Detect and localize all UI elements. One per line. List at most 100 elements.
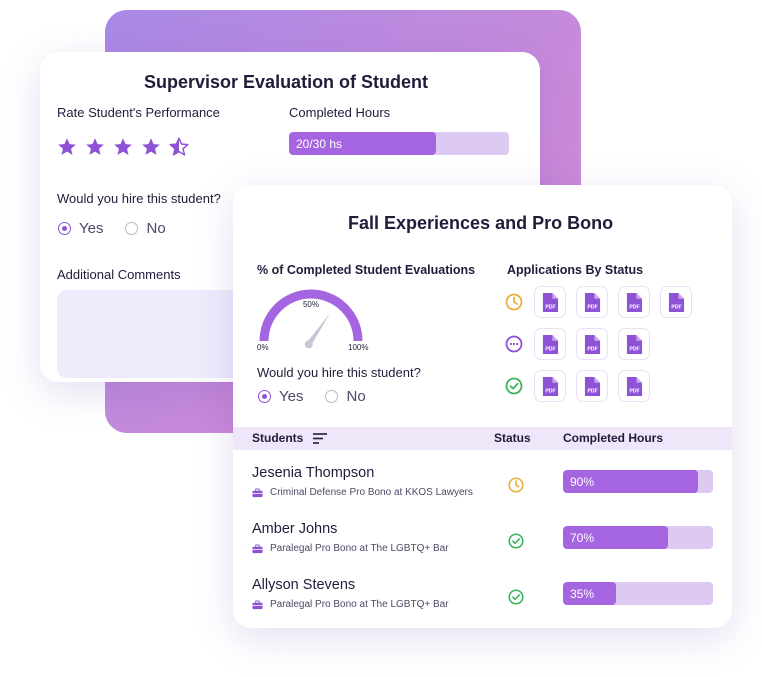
gauge-needle: [307, 312, 331, 345]
sort-icon[interactable]: [313, 433, 327, 444]
hire-yes-option[interactable]: Yes: [58, 220, 103, 237]
star-full-icon[interactable]: [56, 136, 78, 158]
check-circle-icon: [508, 589, 524, 605]
student-program: Paralegal Pro Bono at The LGBTQ+ Bar: [252, 599, 449, 610]
document-icon: PDF: [584, 334, 600, 354]
svg-text:PDF: PDF: [629, 388, 639, 394]
fall-hire-question: Would you hire this student?: [257, 365, 421, 380]
pdf-file-icon[interactable]: PDF: [576, 370, 608, 402]
table-row[interactable]: Amber Johns Paralegal Pro Bono at The LGB…: [233, 521, 732, 573]
document-icon: PDF: [542, 292, 558, 312]
document-icon: PDF: [542, 376, 558, 396]
program-text: Criminal Defense Pro Bono at KKOS Lawyer…: [270, 487, 473, 498]
hours-column-header: Completed Hours: [563, 431, 664, 445]
fall-hire-no-option[interactable]: No: [325, 388, 366, 405]
document-icon: PDF: [542, 334, 558, 354]
rate-label: Rate Student's Performance: [57, 105, 220, 120]
gauge-label: % of Completed Student Evaluations: [257, 263, 476, 277]
students-table-header: Students Status Completed Hours: [233, 427, 732, 450]
fall-hire-no-label: No: [346, 388, 366, 405]
document-icon: PDF: [626, 292, 642, 312]
star-half-icon[interactable]: [168, 136, 190, 158]
pdf-file-icon[interactable]: PDF: [618, 328, 650, 360]
program-text: Paralegal Pro Bono at The LGBTQ+ Bar: [270, 599, 449, 610]
pdf-file-icon[interactable]: PDF: [534, 286, 566, 318]
svg-text:PDF: PDF: [587, 346, 597, 352]
document-icon: PDF: [584, 292, 600, 312]
hours-progress-bar: 35%: [563, 582, 713, 605]
student-name[interactable]: Amber Johns: [252, 521, 337, 537]
briefcase-icon: [252, 488, 263, 497]
hours-progress-bar: 70%: [563, 526, 713, 549]
pdf-file-icon[interactable]: PDF: [618, 370, 650, 402]
briefcase-icon: [252, 600, 263, 609]
program-text: Paralegal Pro Bono at The LGBTQ+ Bar: [270, 543, 449, 554]
check-circle-icon: [508, 533, 524, 549]
applications-row: PDF PDF PDF PDF: [501, 281, 702, 323]
document-icon: PDF: [626, 334, 642, 354]
hours-progress-bar: 90%: [563, 470, 713, 493]
pdf-file-icon[interactable]: PDF: [534, 370, 566, 402]
fall-hire-yes-option[interactable]: Yes: [258, 388, 303, 405]
gauge-max-label: 100%: [348, 343, 368, 352]
svg-text:PDF: PDF: [545, 388, 555, 394]
radio-unselected-icon[interactable]: [125, 222, 139, 235]
applications-row: PDF PDF PDF: [501, 323, 702, 365]
radio-selected-icon[interactable]: [258, 390, 271, 403]
completed-hours-text: 20/30 hs: [296, 136, 343, 151]
svg-text:PDF: PDF: [545, 304, 555, 310]
clock-icon: [505, 293, 523, 311]
svg-text:PDF: PDF: [587, 388, 597, 394]
document-icon: PDF: [668, 292, 684, 312]
evaluation-title: Supervisor Evaluation of Student: [144, 72, 429, 92]
svg-text:PDF: PDF: [629, 346, 639, 352]
comments-textarea[interactable]: [57, 290, 240, 378]
star-full-icon[interactable]: [140, 136, 162, 158]
students-column-header: Students: [252, 431, 304, 445]
hire-yes-label: Yes: [79, 220, 104, 237]
pdf-file-icon[interactable]: PDF: [576, 286, 608, 318]
briefcase-icon: [252, 544, 263, 553]
fall-hire-radio-group: Yes No: [258, 388, 388, 405]
fall-hire-yes-label: Yes: [279, 388, 304, 405]
completed-hours-bar: 20/30 hs: [289, 132, 509, 155]
table-row[interactable]: Allyson Stevens Paralegal Pro Bono at The…: [233, 577, 732, 629]
gauge-min-label: 0%: [257, 343, 269, 352]
gauge-hub: [304, 340, 313, 349]
gauge-mid-label: 50%: [303, 300, 319, 309]
hire-no-label: No: [146, 220, 166, 237]
star-full-icon[interactable]: [112, 136, 134, 158]
svg-text:PDF: PDF: [671, 304, 681, 310]
pdf-file-icon[interactable]: PDF: [618, 286, 650, 318]
pdf-file-icon[interactable]: PDF: [534, 328, 566, 360]
fall-experiences-card: Fall Experiences and Pro Bono % of Compl…: [233, 185, 732, 628]
applications-label: Applications By Status: [507, 263, 644, 277]
document-icon: PDF: [584, 376, 600, 396]
status-column-header: Status: [494, 431, 531, 445]
hire-radio-group: Yes No: [58, 220, 188, 237]
hours-progress-text: 70%: [570, 530, 595, 545]
hours-progress-text: 90%: [570, 474, 595, 489]
check-circle-icon: [505, 377, 523, 395]
star-full-icon[interactable]: [84, 136, 106, 158]
completed-hours-label: Completed Hours: [289, 105, 391, 120]
pdf-file-icon[interactable]: PDF: [660, 286, 692, 318]
student-program: Criminal Defense Pro Bono at KKOS Lawyer…: [252, 487, 473, 498]
radio-unselected-icon[interactable]: [325, 390, 339, 403]
radio-selected-icon[interactable]: [58, 222, 71, 235]
comments-label: Additional Comments: [57, 267, 181, 282]
fall-title: Fall Experiences and Pro Bono: [348, 213, 614, 233]
clock-icon: [508, 477, 524, 493]
svg-text:PDF: PDF: [587, 304, 597, 310]
star-rating[interactable]: [56, 136, 190, 158]
student-program: Paralegal Pro Bono at The LGBTQ+ Bar: [252, 543, 449, 554]
student-name[interactable]: Jesenia Thompson: [252, 465, 374, 481]
hours-progress-text: 35%: [570, 586, 595, 601]
table-row[interactable]: Jesenia Thompson Criminal Defense Pro Bon…: [233, 465, 732, 517]
document-icon: PDF: [626, 376, 642, 396]
student-name[interactable]: Allyson Stevens: [252, 577, 355, 593]
hire-no-option[interactable]: No: [125, 220, 166, 237]
pdf-file-icon[interactable]: PDF: [576, 328, 608, 360]
applications-grid: PDF PDF PDF PDF PDF PDF PDF PDF PDF PDF: [501, 281, 702, 407]
svg-text:PDF: PDF: [629, 304, 639, 310]
